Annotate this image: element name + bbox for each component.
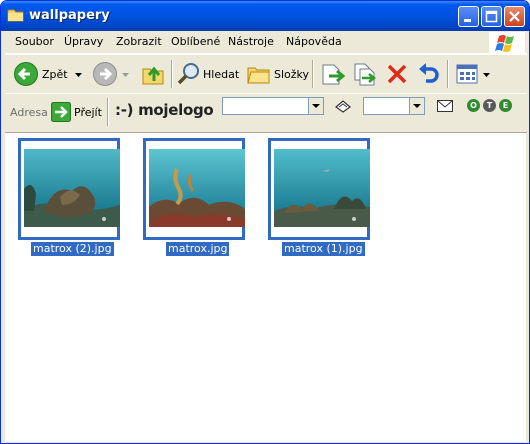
toolbar-separator xyxy=(107,98,109,126)
folders-label: Složky xyxy=(274,68,310,81)
combo-dropdown-button[interactable] xyxy=(409,98,424,114)
file-name-label[interactable]: matrox (1).jpg xyxy=(282,242,365,256)
folder-icon xyxy=(7,9,24,22)
file-list-view[interactable]: matrox (2).jpg matrox.jpg matrox (1).jpg xyxy=(5,132,526,442)
maximize-icon xyxy=(485,10,498,23)
up-folder-icon xyxy=(142,66,164,85)
move-to-button[interactable] xyxy=(319,58,347,90)
menu-zobrazit[interactable]: Zobrazit xyxy=(116,35,162,48)
address-label: Adresa xyxy=(10,106,48,119)
explorer-window: wallpapery Soubor Úpravy Zobrazit Oblíbe… xyxy=(0,0,530,444)
combo-dropdown-button[interactable] xyxy=(308,98,323,114)
menu-napoveda[interactable]: Nápověda xyxy=(286,35,342,48)
title-bar[interactable]: wallpapery xyxy=(1,1,529,31)
move-to-icon xyxy=(322,64,346,85)
forward-dropdown-icon[interactable] xyxy=(122,73,129,77)
badge-o[interactable]: O xyxy=(467,99,480,112)
forward-arrow-icon xyxy=(93,62,117,86)
search-label: Hledat xyxy=(203,68,240,81)
maximize-button[interactable] xyxy=(481,6,502,27)
toolbar-separator xyxy=(171,60,173,88)
views-button[interactable] xyxy=(453,58,491,90)
windows-logo xyxy=(489,32,525,54)
delete-icon xyxy=(387,64,407,84)
back-arrow-icon xyxy=(14,62,38,86)
search-icon xyxy=(177,63,199,85)
file-name-label[interactable]: matrox (2).jpg xyxy=(31,242,114,256)
image-preview xyxy=(149,149,245,227)
chevron-down-icon xyxy=(413,104,421,108)
mail-icon[interactable] xyxy=(437,100,453,112)
file-thumbnail[interactable] xyxy=(268,138,370,240)
address-bar: Adresa Přejít :-) mojelogo O T E xyxy=(5,93,527,133)
toolbar-separator xyxy=(447,60,449,88)
mojelogo-search-combo[interactable] xyxy=(222,97,324,115)
minimize-button[interactable] xyxy=(458,6,479,27)
views-icon xyxy=(456,64,478,84)
forward-button[interactable] xyxy=(91,58,131,90)
back-button[interactable]: Zpět xyxy=(11,58,85,90)
badge-t[interactable]: T xyxy=(483,99,496,112)
go-button[interactable]: Přejít xyxy=(49,98,103,126)
undo-button[interactable] xyxy=(415,58,443,90)
standard-toolbar: Zpět Hledat Složky xyxy=(5,54,527,94)
views-dropdown-icon[interactable] xyxy=(483,73,490,77)
menu-soubor[interactable]: Soubor xyxy=(15,35,54,48)
search-button[interactable]: Hledat xyxy=(175,58,241,90)
file-thumbnail[interactable] xyxy=(18,138,120,240)
back-label: Zpět xyxy=(42,68,68,81)
copy-to-icon xyxy=(354,63,377,86)
menu-upravy[interactable]: Úpravy xyxy=(64,35,103,48)
mojelogo-category-combo[interactable] xyxy=(363,97,425,115)
up-folder-button[interactable] xyxy=(139,58,167,90)
image-preview xyxy=(24,149,120,227)
badge-e[interactable]: E xyxy=(499,99,512,112)
menu-nastroje[interactable]: Nástroje xyxy=(228,35,274,48)
file-thumbnail[interactable] xyxy=(143,138,245,240)
delete-button[interactable] xyxy=(383,58,411,90)
undo-icon xyxy=(419,63,439,83)
mojelogo-logo[interactable]: :-) mojelogo xyxy=(115,101,214,119)
menu-bar: Soubor Úpravy Zobrazit Oblíbené Nástroje… xyxy=(5,31,527,54)
go-arrow-icon xyxy=(51,102,71,122)
close-button[interactable] xyxy=(504,6,525,27)
eraser-icon[interactable] xyxy=(334,99,352,113)
image-preview xyxy=(274,149,370,227)
close-icon xyxy=(509,11,520,22)
window-title: wallpapery xyxy=(29,8,110,23)
chevron-down-icon xyxy=(312,104,320,108)
minimize-icon xyxy=(464,19,471,22)
menu-oblibene[interactable]: Oblíbené xyxy=(171,35,220,48)
folders-button[interactable]: Složky xyxy=(245,58,310,90)
file-name-label[interactable]: matrox.jpg xyxy=(166,242,230,256)
back-dropdown-icon[interactable] xyxy=(75,73,82,77)
copy-to-button[interactable] xyxy=(351,58,379,90)
toolbar-separator xyxy=(312,60,314,88)
go-label: Přejít xyxy=(74,106,102,119)
folders-icon xyxy=(247,67,270,84)
